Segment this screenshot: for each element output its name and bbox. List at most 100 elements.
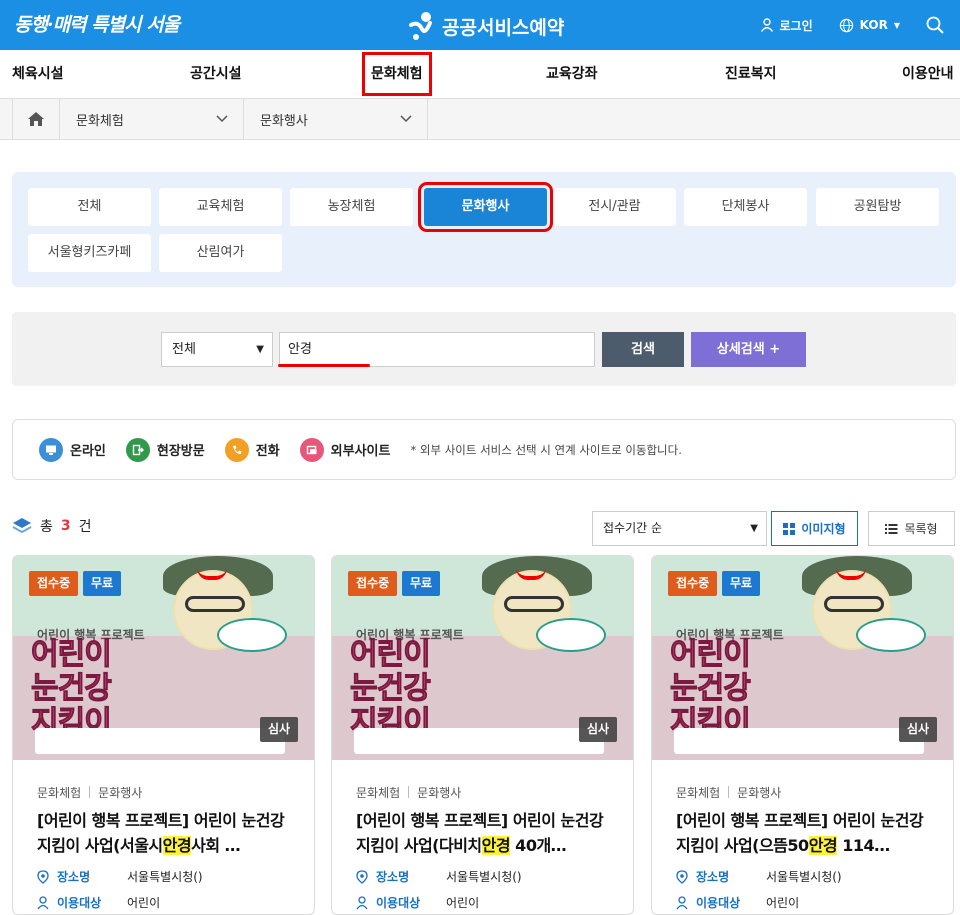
chevron-down-icon: [216, 115, 228, 123]
view-list-label: 목록형: [904, 522, 938, 536]
breadcrumb-level2-select[interactable]: 문화행사: [244, 99, 428, 139]
title-text-end: 114…: [837, 836, 890, 855]
category-filter: 전체 교육체험 농장체험 문화행사 전시/관람 단체봉사 공원탐방 서울형키즈카…: [12, 172, 956, 287]
result-card[interactable]: 어린이 행복 프로젝트 어린이 눈건강 지킴이 접수중 무료 심사 문화체험 문화…: [651, 555, 954, 915]
layers-icon: [12, 518, 32, 534]
card-place-row: 장소명 서울특별시청(): [356, 868, 522, 885]
poster-bubble: [217, 618, 287, 652]
category-park[interactable]: 공원탐방: [816, 188, 939, 226]
search-panel: 전체 ▼ 안경 검색 상세검색 +: [12, 312, 956, 386]
card-poster-image[interactable]: 어린이 행복 프로젝트 어린이 눈건강 지킴이 접수중 무료 심사: [13, 556, 314, 760]
legend-phone-label: 전화: [255, 444, 280, 459]
chevron-down-icon: ▼: [893, 20, 900, 30]
place-label: 장소명: [376, 870, 410, 884]
card-target-row: 이용대상 어린이: [356, 894, 479, 911]
result-card[interactable]: 어린이 행복 프로젝트 어린이 눈건강 지킴이 접수중 무료 심사 문화체험 문화…: [12, 555, 315, 915]
category-forest[interactable]: 산림여가: [159, 234, 282, 272]
card-place-row: 장소명 서울특별시청(): [37, 868, 203, 885]
card-category2: 문화행사: [98, 786, 143, 800]
category-education[interactable]: 교육체험: [159, 188, 282, 226]
category-farm[interactable]: 농장체험: [290, 188, 413, 226]
view-image-button[interactable]: 이미지형: [771, 511, 858, 546]
poster-line2: 눈건강: [350, 671, 432, 706]
nav-item-culture[interactable]: 문화체험: [362, 52, 432, 96]
nav-item-education[interactable]: 교육강좌: [546, 50, 598, 98]
card-title[interactable]: [어린이 행복 프로젝트] 어린이 눈건강 지킴이 사업(으뜸50안경 114…: [676, 808, 938, 858]
review-badge: 심사: [260, 717, 299, 742]
view-list-button[interactable]: 목록형: [868, 511, 955, 546]
card-category2: 문화행사: [417, 786, 462, 800]
search-scope-value: 전체: [172, 342, 196, 357]
poster-glasses: [504, 596, 564, 612]
free-badge: 무료: [83, 571, 122, 596]
poster-footer: [35, 728, 285, 754]
nav-item-medical[interactable]: 진료복지: [725, 50, 777, 98]
card-category: 문화체험 문화행사: [676, 784, 781, 801]
divider: [728, 786, 730, 798]
poster-line2: 눈건강: [670, 671, 752, 706]
user-icon: [676, 895, 688, 909]
card-category2: 문화행사: [737, 786, 782, 800]
breadcrumb-level1-select[interactable]: 문화체험: [60, 99, 244, 139]
login-link[interactable]: 로그인: [760, 17, 813, 34]
category-kids-cafe[interactable]: 서울형키즈카페: [28, 234, 151, 272]
main-nav: 체육시설 공간시설 문화체험 교육강좌 진료복지 이용안내: [0, 50, 960, 99]
result-card[interactable]: 어린이 행복 프로젝트 어린이 눈건강 지킴이 접수중 무료 심사 문화체험 문화…: [331, 555, 634, 915]
search-scope-select[interactable]: 전체 ▼: [161, 332, 273, 367]
review-badge: 심사: [899, 717, 938, 742]
poster-headline: 어린이 눈건강 지킴이: [350, 637, 432, 740]
legend-note: * 외부 사이트 서비스 선택 시 연계 사이트로 이동합니다.: [410, 442, 682, 457]
home-button[interactable]: [12, 99, 60, 139]
place-value: 서울특별시청(): [127, 870, 203, 884]
user-icon: [356, 895, 368, 909]
total-count: 3: [60, 518, 71, 534]
globe-icon: [839, 18, 853, 32]
free-badge: 무료: [722, 571, 761, 596]
card-title[interactable]: [어린이 행복 프로젝트] 어린이 눈건강 지킴이 사업(다비치안경 40개…: [356, 808, 618, 858]
poster-bubble: [856, 618, 926, 652]
advanced-search-button[interactable]: 상세검색 +: [691, 332, 806, 367]
breadcrumb-level2-label: 문화행사: [260, 113, 308, 129]
title-highlight: 안경: [162, 836, 192, 855]
divider: [408, 786, 410, 798]
total-prefix: 총: [40, 519, 53, 535]
result-total: 총 3 건: [12, 516, 92, 536]
card-category: 문화체험 문화행사: [356, 784, 461, 801]
card-category1: 문화체험: [37, 786, 82, 800]
nav-item-sports[interactable]: 체육시설: [12, 50, 64, 98]
chevron-down-icon: ▼: [750, 523, 758, 534]
legend-online: 온라인: [39, 437, 106, 462]
card-poster-image[interactable]: 어린이 행복 프로젝트 어린이 눈건강 지킴이 접수중 무료 심사: [332, 556, 633, 760]
chevron-down-icon: [400, 115, 412, 123]
language-selector[interactable]: KOR ▼: [839, 18, 900, 33]
category-volunteer[interactable]: 단체봉사: [684, 188, 807, 226]
search-button[interactable]: 검색: [602, 332, 684, 367]
category-exhibition[interactable]: 전시/관람: [553, 188, 676, 226]
category-culture-event[interactable]: 문화행사: [418, 182, 553, 232]
service-logo[interactable]: 공공서비스예약: [408, 11, 564, 41]
nav-item-space[interactable]: 공간시설: [190, 50, 242, 98]
sort-select[interactable]: 접수기간 순 ▼: [592, 511, 767, 546]
title-highlight: 안경: [481, 836, 511, 855]
list-icon: [885, 523, 898, 534]
title-text-end: 40개…: [510, 836, 567, 855]
service-name: 공공서비스예약: [442, 16, 565, 39]
poster-line1: 어린이: [31, 637, 113, 672]
card-poster-image[interactable]: 어린이 행복 프로젝트 어린이 눈건강 지킴이 접수중 무료 심사: [652, 556, 953, 760]
pin-icon: [676, 869, 688, 884]
title-text-end: 사회 …: [191, 836, 241, 855]
card-category: 문화체험 문화행사: [37, 784, 142, 801]
search-icon[interactable]: [926, 16, 944, 34]
place-value: 서울특별시청(): [446, 870, 522, 884]
nav-item-guide[interactable]: 이용안내: [902, 50, 954, 98]
seoul-logo[interactable]: 동행·매력 특별시 서울: [14, 10, 180, 37]
category-all[interactable]: 전체: [28, 188, 151, 226]
card-target-row: 이용대상 어린이: [676, 894, 799, 911]
breadcrumb: 문화체험 문화행사: [0, 99, 960, 140]
phone-icon: [224, 437, 249, 462]
place-label: 장소명: [696, 870, 730, 884]
review-badge: 심사: [579, 717, 618, 742]
person-icon: [760, 18, 773, 32]
card-title[interactable]: [어린이 행복 프로젝트] 어린이 눈건강 지킴이 사업(서울시안경사회 …: [37, 808, 299, 858]
search-input[interactable]: 안경: [279, 332, 595, 367]
